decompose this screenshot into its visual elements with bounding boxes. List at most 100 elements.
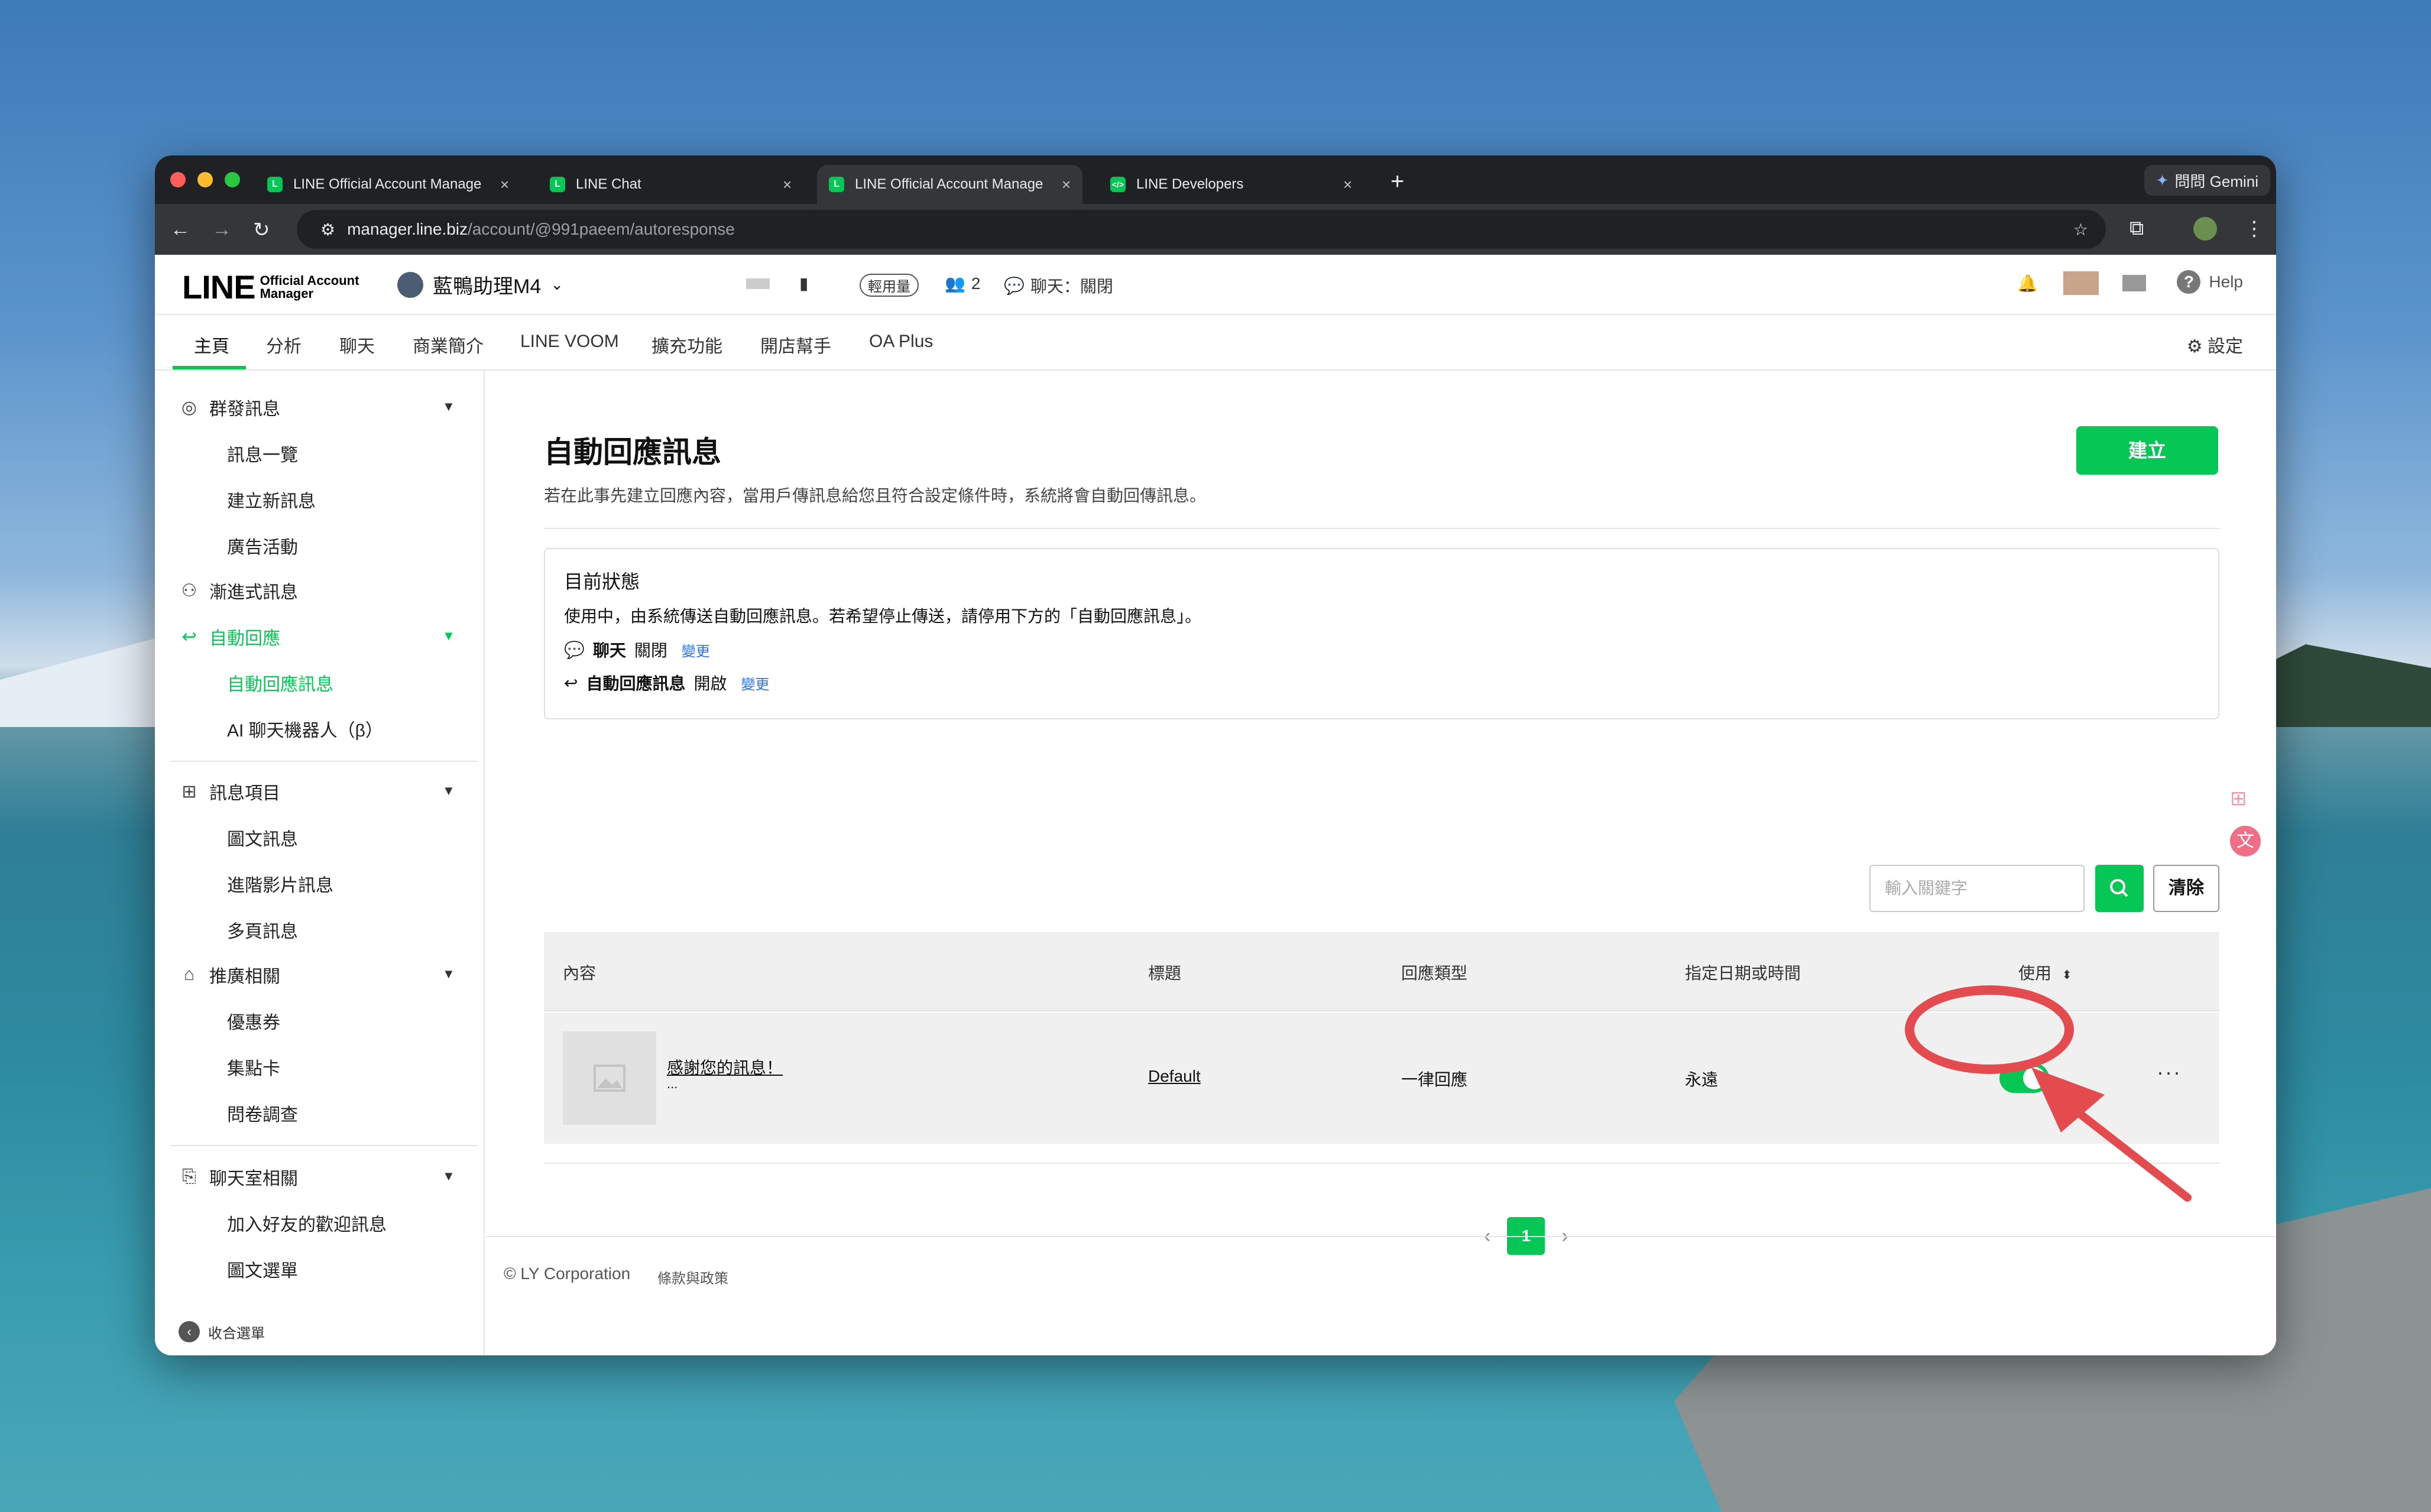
tab-title: LINE Chat — [576, 176, 641, 192]
blurred-account-thumbnails[interactable] — [2063, 271, 2146, 295]
row-title-link[interactable]: Default — [1148, 1067, 1201, 1086]
sidebar-item-coupon[interactable]: 優惠券 — [227, 1008, 280, 1034]
search-button[interactable] — [2095, 865, 2144, 912]
line-oa-logo[interactable]: LINE Official Account Manager — [182, 268, 359, 306]
account-switcher[interactable]: 藍鴨助理M4 ⌄ — [397, 270, 563, 299]
back-arrow-icon[interactable]: ← — [170, 218, 190, 241]
sidebar-section-promotion[interactable]: ⌂ 推廣相關 — [179, 962, 280, 988]
caret-down-icon[interactable]: ▼ — [442, 783, 455, 799]
tab-close-icon[interactable]: × — [1062, 176, 1071, 194]
main-nav: 主頁 分析 聊天 商業簡介 LINE VOOM 擴充功能 開店幫手 OA Plu… — [155, 315, 2276, 371]
column-header-enabled[interactable]: 使用 ⬍ — [2018, 961, 2072, 984]
status-panel: 目前狀態 使用中，由系統傳送自動回應訊息。若希望停止傳送，請停用下方的「自動回應… — [544, 548, 2219, 719]
maximize-window-button[interactable] — [225, 172, 240, 187]
create-button[interactable]: 建立 — [2076, 426, 2218, 475]
sidebar-item-rich-menu[interactable]: 圖文選單 — [227, 1256, 298, 1282]
nav-extensions[interactable]: 擴充功能 — [651, 332, 722, 358]
profile-avatar[interactable] — [2193, 217, 2217, 241]
nav-profile[interactable]: 商業簡介 — [413, 332, 484, 358]
nav-oa-plus[interactable]: OA Plus — [869, 332, 933, 352]
minimize-window-button[interactable] — [197, 172, 213, 187]
caret-down-icon[interactable]: ▼ — [442, 628, 455, 644]
caret-down-icon[interactable]: ▼ — [442, 399, 455, 414]
status-auto-label: 自動回應訊息 — [586, 674, 686, 693]
extensions-icon[interactable]: ⧉ — [2129, 217, 2144, 240]
browser-tab-4[interactable]: </> LINE Developers × — [1098, 165, 1364, 204]
settings-link[interactable]: ⚙ 設定 — [2187, 332, 2243, 358]
qr-grid-icon[interactable]: ⊞ — [2230, 787, 2247, 810]
nav-chat[interactable]: 聊天 — [339, 332, 375, 358]
sidebar-item-ai-bot[interactable]: AI 聊天機器人（β） — [227, 716, 383, 742]
column-header-title: 標題 — [1148, 964, 1182, 982]
sidebar-item-message-list[interactable]: 訊息一覽 — [227, 440, 298, 466]
browser-tab-3[interactable]: L LINE Official Account Manage × — [817, 165, 1083, 204]
notification-bell-icon[interactable]: 🔔 — [2017, 274, 2038, 293]
chat-status[interactable]: 💬 聊天：關閉 — [1004, 274, 1113, 297]
tab-close-icon[interactable]: × — [500, 176, 509, 194]
reload-icon[interactable]: ↻ — [253, 218, 270, 242]
sidebar-item-greeting[interactable]: 加入好友的歡迎訊息 — [227, 1210, 387, 1236]
row-date: 永遠 — [1685, 1070, 1719, 1089]
terms-link[interactable]: 條款與政策 — [657, 1267, 728, 1287]
site-info-icon[interactable]: ⚙ — [320, 220, 335, 239]
sidebar-item-rich-message[interactable]: 圖文訊息 — [227, 825, 298, 851]
help-link[interactable]: ? Help — [2177, 270, 2243, 294]
nav-analytics[interactable]: 分析 — [266, 332, 302, 358]
sidebar-section-broadcast[interactable]: ◎ 群發訊息 — [179, 394, 280, 420]
keyword-search-input[interactable]: 輸入關鍵字 — [1869, 865, 2085, 912]
sidebar-item-new-message[interactable]: 建立新訊息 — [227, 486, 316, 512]
nav-line-voom[interactable]: LINE VOOM — [520, 332, 619, 352]
row-content-text[interactable]: 感謝您的訊息！ — [667, 1055, 783, 1079]
image-placeholder-icon — [563, 1031, 656, 1125]
sidebar-item-ad[interactable]: 廣告活動 — [227, 533, 298, 559]
browser-tab-2[interactable]: L LINE Chat × — [538, 165, 803, 204]
sidebar-section-step-message[interactable]: ⚇ 漸進式訊息 — [179, 577, 298, 603]
translate-icon[interactable]: 文 — [2230, 826, 2261, 856]
chevron-down-icon: ⌄ — [550, 275, 564, 293]
sidebar-item-card-message[interactable]: 多頁訊息 — [227, 917, 298, 943]
more-options-icon[interactable]: ··· — [2157, 1060, 2182, 1085]
search-icon — [2110, 879, 2128, 897]
chevron-left-icon: ‹ — [179, 1321, 200, 1342]
account-avatar — [397, 271, 423, 298]
sidebar-section-label: 推廣相關 — [209, 967, 280, 987]
address-bar[interactable]: ⚙ manager.line.biz /account/@991paeem/au… — [297, 210, 2106, 249]
close-window-button[interactable] — [170, 172, 186, 187]
step-tree-icon: ⚇ — [181, 580, 197, 601]
sidebar-section-message-items[interactable]: ⊞ 訊息項目 — [179, 778, 280, 804]
column-header-date: 指定日期或時間 — [1685, 964, 1801, 982]
developers-favicon-icon: </> — [1110, 177, 1126, 192]
gemini-button[interactable]: ✦ 問問 Gemini — [2144, 165, 2270, 196]
tab-close-icon[interactable]: × — [783, 176, 792, 194]
sidebar-divider — [170, 761, 478, 762]
caret-down-icon[interactable]: ▼ — [442, 966, 455, 982]
collapse-menu-button[interactable]: ‹ 收合選單 — [179, 1321, 265, 1342]
sidebar-item-rich-video[interactable]: 進階影片訊息 — [227, 871, 333, 897]
status-description: 使用中，由系統傳送自動回應訊息。若希望停止傳送，請停用下方的「自動回應訊息」。 — [564, 607, 1202, 625]
forward-arrow-icon[interactable]: → — [212, 218, 232, 241]
bookmark-star-icon[interactable]: ☆ — [2073, 220, 2088, 239]
sidebar-section-chat-related[interactable]: ⎘ 聊天室相關 — [179, 1164, 298, 1190]
browser-menu-icon[interactable]: ⋮ — [2244, 217, 2264, 241]
column-header-enabled-label: 使用 — [2018, 964, 2052, 982]
browser-tab-1[interactable]: L LINE Official Account Manage × — [255, 165, 521, 204]
nav-home[interactable]: 主頁 — [194, 332, 229, 358]
annotation-circle — [1905, 985, 2074, 1074]
change-chat-link[interactable]: 變更 — [682, 640, 710, 660]
status-auto-value: 開啟 — [693, 674, 727, 693]
sidebar-section-auto-reply[interactable]: ↩ 自動回應 — [179, 624, 280, 650]
sidebar-item-auto-reply-message[interactable]: 自動回應訊息 — [227, 670, 333, 696]
clear-button[interactable]: 清除 — [2153, 865, 2219, 912]
nav-shop-helper[interactable]: 開店幫手 — [760, 332, 831, 358]
tab-close-icon[interactable]: × — [1343, 176, 1352, 194]
sidebar-item-reward-card[interactable]: 集點卡 — [227, 1054, 280, 1080]
status-auto-reply-row: ↩ 自動回應訊息 開啟 變更 — [564, 671, 770, 695]
change-auto-reply-link[interactable]: 變更 — [741, 673, 770, 693]
page-description: 若在此事先建立回應內容，當用戶傳訊息給您且符合設定條件時，系統將會自動回傳訊息。 — [544, 486, 1207, 505]
sidebar-item-survey[interactable]: 問卷調查 — [227, 1100, 298, 1126]
caret-down-icon[interactable]: ▼ — [442, 1169, 455, 1184]
page-title: 自動回應訊息 — [544, 436, 721, 469]
gear-icon: ⚙ — [2186, 337, 2203, 356]
new-tab-button[interactable]: + — [1390, 168, 1404, 195]
tab-bar: L LINE Official Account Manage × L LINE … — [155, 155, 2276, 204]
